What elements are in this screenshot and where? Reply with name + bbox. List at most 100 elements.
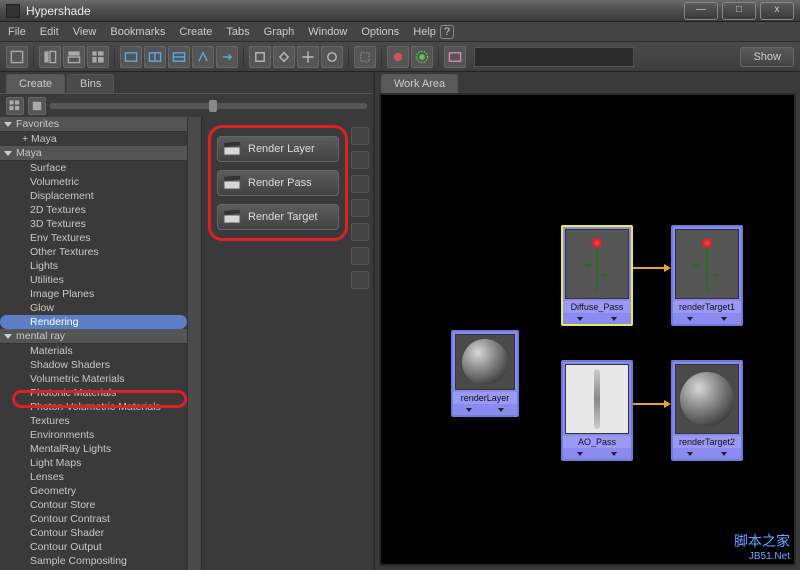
- app-icon: [6, 4, 20, 18]
- toolbar-button[interactable]: [168, 46, 190, 68]
- icon-size-slider[interactable]: [50, 103, 367, 109]
- render-buttons-highlight: Render Layer Render Pass Render Target: [208, 125, 348, 241]
- tree-item[interactable]: Photon Volumetric Materials: [0, 400, 187, 414]
- tree-item[interactable]: Shadow Shaders: [0, 358, 187, 372]
- large-icons-button[interactable]: [28, 97, 46, 115]
- small-icons-button[interactable]: [6, 97, 24, 115]
- menu-bookmarks[interactable]: Bookmarks: [110, 26, 165, 38]
- window-title: Hypershade: [26, 4, 680, 18]
- toolbar-button[interactable]: [321, 46, 343, 68]
- tree-item[interactable]: Photonic Materials: [0, 386, 187, 400]
- toolbar-button[interactable]: [411, 46, 433, 68]
- node-label: renderLayer: [453, 392, 517, 404]
- tree-item[interactable]: Materials: [0, 344, 187, 358]
- tree-item[interactable]: Contour Shader: [0, 526, 187, 540]
- menu-tabs[interactable]: Tabs: [226, 26, 249, 38]
- work-area[interactable]: renderLayer Diffuse_Pass renderTarget1: [379, 93, 796, 566]
- toolbar-button[interactable]: [120, 46, 142, 68]
- menu-create[interactable]: Create: [179, 26, 212, 38]
- node-rendertarget1[interactable]: renderTarget1: [671, 225, 743, 326]
- minimize-button[interactable]: —: [684, 2, 718, 20]
- tree-item[interactable]: Volumetric Materials: [0, 372, 187, 386]
- clapper-icon: [223, 142, 241, 156]
- close-button[interactable]: x: [760, 2, 794, 20]
- menu-options[interactable]: Options: [361, 26, 399, 38]
- tree-item-rendering[interactable]: Rendering: [0, 315, 187, 329]
- toolbar-button[interactable]: [192, 46, 214, 68]
- tab-work-area[interactable]: Work Area: [381, 74, 458, 93]
- toolbar-button[interactable]: [6, 46, 28, 68]
- tree-item[interactable]: Surface: [0, 161, 187, 175]
- toolbar-button[interactable]: [87, 46, 109, 68]
- node-diffuse-pass[interactable]: Diffuse_Pass: [561, 225, 633, 326]
- tool-button[interactable]: [351, 175, 369, 193]
- tree-item[interactable]: 2D Textures: [0, 203, 187, 217]
- toolbar-button[interactable]: [444, 46, 466, 68]
- tree-item[interactable]: Geometry: [0, 484, 187, 498]
- right-tabs: Work Area: [375, 72, 800, 93]
- tool-button[interactable]: [351, 199, 369, 217]
- tree-item[interactable]: Glow: [0, 301, 187, 315]
- tree-item[interactable]: Env Textures: [0, 231, 187, 245]
- menu-graph[interactable]: Graph: [264, 26, 295, 38]
- toolbar-button[interactable]: [354, 46, 376, 68]
- toolbar-button[interactable]: [144, 46, 166, 68]
- tree-scrollbar[interactable]: [187, 117, 201, 570]
- tool-button[interactable]: [351, 151, 369, 169]
- menu-window[interactable]: Window: [308, 26, 347, 38]
- tab-create[interactable]: Create: [6, 74, 65, 93]
- node-ao-pass[interactable]: AO_Pass: [561, 360, 633, 461]
- tree-item[interactable]: Contour Contrast: [0, 512, 187, 526]
- tree-item[interactable]: Sample Compositing: [0, 554, 187, 568]
- tree-item[interactable]: Contour Store: [0, 498, 187, 512]
- window-titlebar: Hypershade — □ x: [0, 0, 800, 22]
- node-renderlayer[interactable]: renderLayer: [451, 330, 519, 417]
- toolbar: Show: [0, 42, 800, 72]
- tree-item[interactable]: Contour Output: [0, 540, 187, 554]
- show-button[interactable]: Show: [740, 47, 794, 67]
- tree-item[interactable]: Image Planes: [0, 287, 187, 301]
- menu-edit[interactable]: Edit: [40, 26, 59, 38]
- node-type-panel: Render Layer Render Pass Render Target: [202, 117, 373, 570]
- tree-item[interactable]: Displacement: [0, 189, 187, 203]
- tab-bins[interactable]: Bins: [67, 74, 114, 93]
- tool-button[interactable]: [351, 247, 369, 265]
- tool-button[interactable]: [351, 223, 369, 241]
- filter-input[interactable]: [474, 47, 634, 67]
- tree-item[interactable]: Utilities: [0, 273, 187, 287]
- tree-item[interactable]: Volumetric: [0, 175, 187, 189]
- toolbar-button[interactable]: [216, 46, 238, 68]
- ao-thumb-icon: [594, 369, 600, 429]
- tree-item[interactable]: Textures: [0, 414, 187, 428]
- tree-item[interactable]: Environments: [0, 428, 187, 442]
- tree-item[interactable]: Lenses: [0, 470, 187, 484]
- tree-favorites[interactable]: Favorites: [0, 117, 187, 132]
- tree-item[interactable]: 3D Textures: [0, 217, 187, 231]
- render-target-button[interactable]: Render Target: [217, 204, 339, 230]
- maximize-button[interactable]: □: [722, 2, 756, 20]
- toolbar-button[interactable]: [63, 46, 85, 68]
- menu-file[interactable]: File: [8, 26, 26, 38]
- left-panel: Create Bins Favorites + Maya Maya Surfac…: [0, 72, 375, 570]
- toolbar-button[interactable]: [273, 46, 295, 68]
- render-pass-button[interactable]: Render Pass: [217, 170, 339, 196]
- clapper-icon: [223, 176, 241, 190]
- node-rendertarget2[interactable]: renderTarget2: [671, 360, 743, 461]
- menu-view[interactable]: View: [73, 26, 97, 38]
- toolbar-button[interactable]: [297, 46, 319, 68]
- tree-maya[interactable]: Maya: [0, 146, 187, 161]
- tree-item[interactable]: MentalRay Lights: [0, 442, 187, 456]
- toolbar-button[interactable]: [249, 46, 271, 68]
- tree-maya-plus[interactable]: + Maya: [0, 132, 187, 146]
- tree-item[interactable]: Other Textures: [0, 245, 187, 259]
- render-layer-button[interactable]: Render Layer: [217, 136, 339, 162]
- tool-button[interactable]: [351, 127, 369, 145]
- toolbar-button[interactable]: [39, 46, 61, 68]
- toolbar-button[interactable]: [387, 46, 409, 68]
- menu-help[interactable]: Help?: [413, 25, 454, 39]
- tool-button[interactable]: [351, 271, 369, 289]
- clapper-icon: [223, 210, 241, 224]
- tree-item[interactable]: Light Maps: [0, 456, 187, 470]
- tree-item[interactable]: Lights: [0, 259, 187, 273]
- tree-mentalray[interactable]: mental ray: [0, 329, 187, 344]
